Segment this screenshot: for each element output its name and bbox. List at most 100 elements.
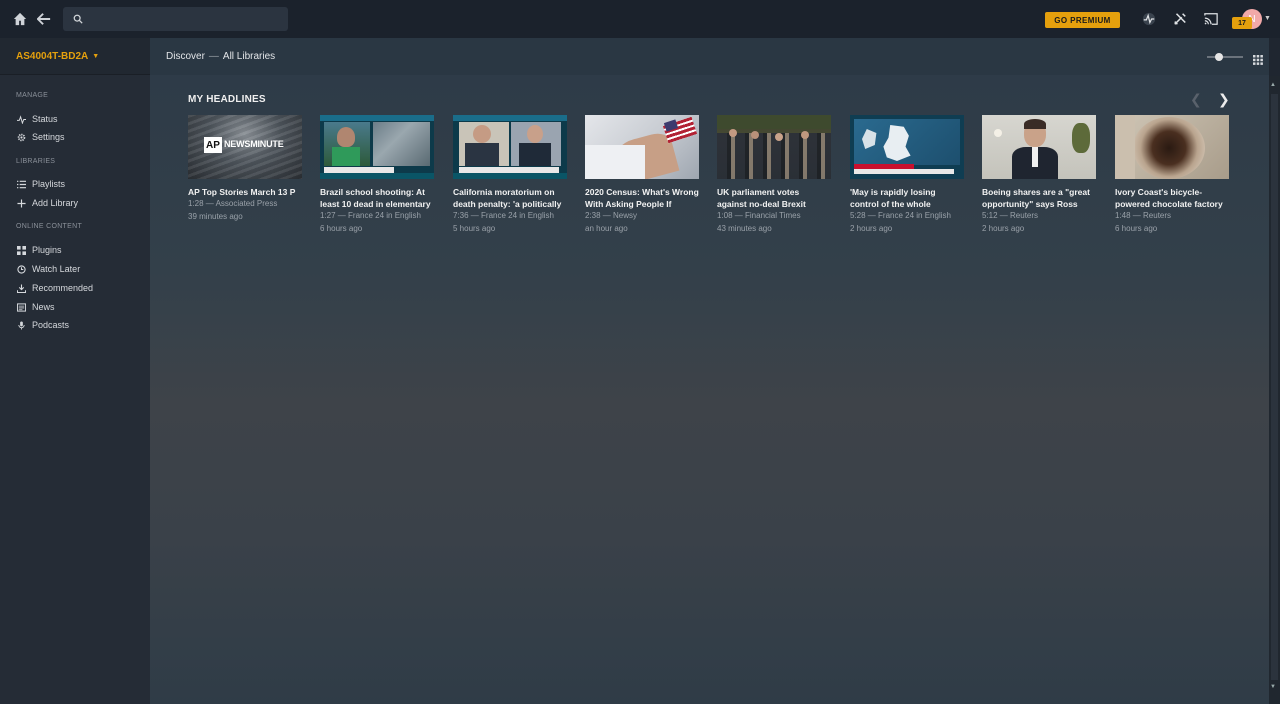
search-input[interactable] bbox=[89, 12, 279, 26]
sidebar-item-podcasts[interactable]: Podcasts bbox=[16, 320, 69, 330]
headline-card[interactable]: Boeing shares are a "great opportunity" … bbox=[982, 115, 1096, 235]
chevron-left-icon[interactable]: ❮ bbox=[1190, 91, 1202, 108]
server-name: AS4004T-BD2A bbox=[16, 50, 89, 62]
breadcrumb: Discover — All Libraries bbox=[150, 38, 1269, 75]
video-thumbnail[interactable] bbox=[320, 115, 434, 179]
sidebar-item-label: Status bbox=[32, 114, 58, 124]
card-meta: 1:48 — Reuters bbox=[1115, 211, 1172, 220]
section-online-content: ONLINE CONTENT bbox=[16, 223, 83, 230]
sidebar-item-label: Playlists bbox=[32, 179, 66, 189]
scrollbar-thumb[interactable] bbox=[1271, 94, 1278, 680]
video-thumbnail[interactable] bbox=[1115, 115, 1229, 179]
card-age: an hour ago bbox=[585, 223, 628, 233]
sidebar-item-settings[interactable]: Settings bbox=[16, 132, 65, 142]
sidebar-item-label: Settings bbox=[32, 132, 65, 142]
card-age: 2 hours ago bbox=[850, 223, 893, 233]
sidebar-item-label: Podcasts bbox=[32, 320, 70, 330]
card-age: 5 hours ago bbox=[453, 223, 496, 233]
sidebar-item-status[interactable]: Status bbox=[16, 114, 58, 124]
scroll-down-arrow-icon[interactable]: ▼ bbox=[1270, 684, 1276, 690]
microphone-icon bbox=[16, 320, 26, 330]
headline-card[interactable]: AP NEWSMINUTE AP Top Stories March 13 P … bbox=[188, 115, 302, 223]
grid-icon bbox=[16, 245, 26, 255]
user-menu[interactable]: N 17 ▼ bbox=[1232, 9, 1272, 31]
card-meta: 7:36 — France 24 in English bbox=[453, 211, 554, 220]
sidebar-item-plugins[interactable]: Plugins bbox=[16, 245, 62, 255]
headline-card[interactable]: UK parliament votes against no-deal Brex… bbox=[717, 115, 831, 235]
home-icon[interactable] bbox=[12, 11, 28, 27]
card-meta: 1:08 — Financial Times bbox=[717, 211, 801, 220]
sidebar-item-label: Watch Later bbox=[32, 264, 81, 274]
clock-icon bbox=[16, 264, 26, 274]
section-manage: MANAGE bbox=[16, 92, 49, 99]
sidebar-item-news[interactable]: News bbox=[16, 302, 55, 312]
card-meta: 1:28 — Associated Press bbox=[188, 199, 278, 208]
breadcrumb-current: All Libraries bbox=[222, 51, 276, 62]
video-thumbnail[interactable] bbox=[982, 115, 1096, 179]
breadcrumb-discover[interactable]: Discover bbox=[166, 51, 205, 62]
headline-card[interactable]: Brazil school shooting: At least 10 dead… bbox=[320, 115, 434, 235]
card-age: 6 hours ago bbox=[320, 223, 363, 233]
ap-logo: AP bbox=[204, 137, 222, 153]
video-thumbnail[interactable] bbox=[850, 115, 964, 179]
card-title[interactable]: 'May is rapidly losing control of the wh… bbox=[850, 186, 964, 210]
sidebar: AS4004T-BD2A ▼ MANAGE Status Settings LI… bbox=[0, 38, 150, 704]
video-thumbnail[interactable] bbox=[453, 115, 567, 179]
sidebar-item-watch-later[interactable]: Watch Later bbox=[16, 264, 80, 274]
card-meta: 1:27 — France 24 in English bbox=[320, 211, 421, 220]
newspaper-icon bbox=[16, 302, 26, 312]
card-title[interactable]: 2020 Census: What's Wrong With Asking Pe… bbox=[585, 186, 699, 210]
back-arrow-icon[interactable] bbox=[36, 11, 52, 27]
scroll-up-arrow-icon[interactable]: ▲ bbox=[1270, 82, 1276, 88]
card-title[interactable]: Brazil school shooting: At least 10 dead… bbox=[320, 186, 434, 210]
top-bar: GO PREMIUM N 17 ▼ bbox=[0, 0, 1280, 38]
headline-card[interactable]: Ivory Coast's bicycle-powered chocolate … bbox=[1115, 115, 1229, 235]
sidebar-item-recommended[interactable]: Recommended bbox=[16, 283, 93, 293]
chevron-down-icon: ▼ bbox=[1264, 15, 1271, 22]
sidebar-item-add-library[interactable]: Add Library bbox=[16, 198, 78, 208]
card-title[interactable]: Ivory Coast's bicycle-powered chocolate … bbox=[1115, 186, 1229, 210]
slider-knob[interactable] bbox=[1215, 53, 1223, 61]
video-thumbnail[interactable]: AP NEWSMINUTE bbox=[188, 115, 302, 179]
cast-icon[interactable] bbox=[1203, 11, 1219, 27]
tools-icon[interactable] bbox=[1172, 11, 1188, 27]
card-meta: 5:28 — France 24 in English bbox=[850, 211, 951, 220]
breadcrumb-separator: — bbox=[208, 51, 219, 62]
headline-card[interactable]: 2020 Census: What's Wrong With Asking Pe… bbox=[585, 115, 699, 235]
activity-icon[interactable] bbox=[1141, 11, 1157, 27]
main-content: Discover — All Libraries MY HEADLINES ❮ … bbox=[150, 38, 1269, 704]
headline-card[interactable]: 'May is rapidly losing control of the wh… bbox=[850, 115, 964, 235]
sidebar-item-label: Plugins bbox=[32, 245, 62, 255]
pulse-icon bbox=[16, 114, 26, 124]
headline-card[interactable]: California moratorium on death penalty: … bbox=[453, 115, 567, 235]
card-title[interactable]: Boeing shares are a "great opportunity" … bbox=[982, 186, 1096, 210]
card-title[interactable]: AP Top Stories March 13 P bbox=[188, 186, 302, 198]
sidebar-item-playlists[interactable]: Playlists bbox=[16, 179, 65, 189]
card-title[interactable]: UK parliament votes against no-deal Brex… bbox=[717, 186, 831, 210]
sidebar-item-label: News bbox=[32, 302, 55, 312]
card-age: 6 hours ago bbox=[1115, 223, 1158, 233]
go-premium-button[interactable]: GO PREMIUM bbox=[1045, 12, 1120, 28]
sidebar-item-label: Recommended bbox=[32, 283, 94, 293]
plus-icon bbox=[16, 198, 26, 208]
hub-title[interactable]: MY HEADLINES bbox=[188, 94, 266, 105]
search-bar[interactable] bbox=[63, 7, 288, 31]
caret-down-icon: ▼ bbox=[92, 52, 100, 60]
card-meta: 2:38 — Newsy bbox=[585, 211, 638, 220]
card-age: 43 minutes ago bbox=[717, 223, 772, 233]
list-icon bbox=[16, 179, 26, 189]
sidebar-item-label: Add Library bbox=[32, 198, 79, 208]
video-thumbnail[interactable] bbox=[585, 115, 699, 179]
notification-badge: 17 bbox=[1232, 17, 1252, 29]
download-icon bbox=[16, 283, 26, 293]
video-thumbnail[interactable] bbox=[717, 115, 831, 179]
card-meta: 5:12 — Reuters bbox=[982, 211, 1039, 220]
server-selector[interactable]: AS4004T-BD2A ▼ bbox=[0, 38, 150, 75]
grid-view-icon[interactable] bbox=[1253, 52, 1263, 65]
search-icon bbox=[73, 14, 83, 24]
card-age: 39 minutes ago bbox=[188, 211, 243, 221]
poster-size-slider[interactable] bbox=[1207, 56, 1243, 58]
card-title[interactable]: California moratorium on death penalty: … bbox=[453, 186, 567, 210]
chevron-right-icon[interactable]: ❯ bbox=[1218, 91, 1230, 108]
gear-icon bbox=[16, 132, 26, 142]
